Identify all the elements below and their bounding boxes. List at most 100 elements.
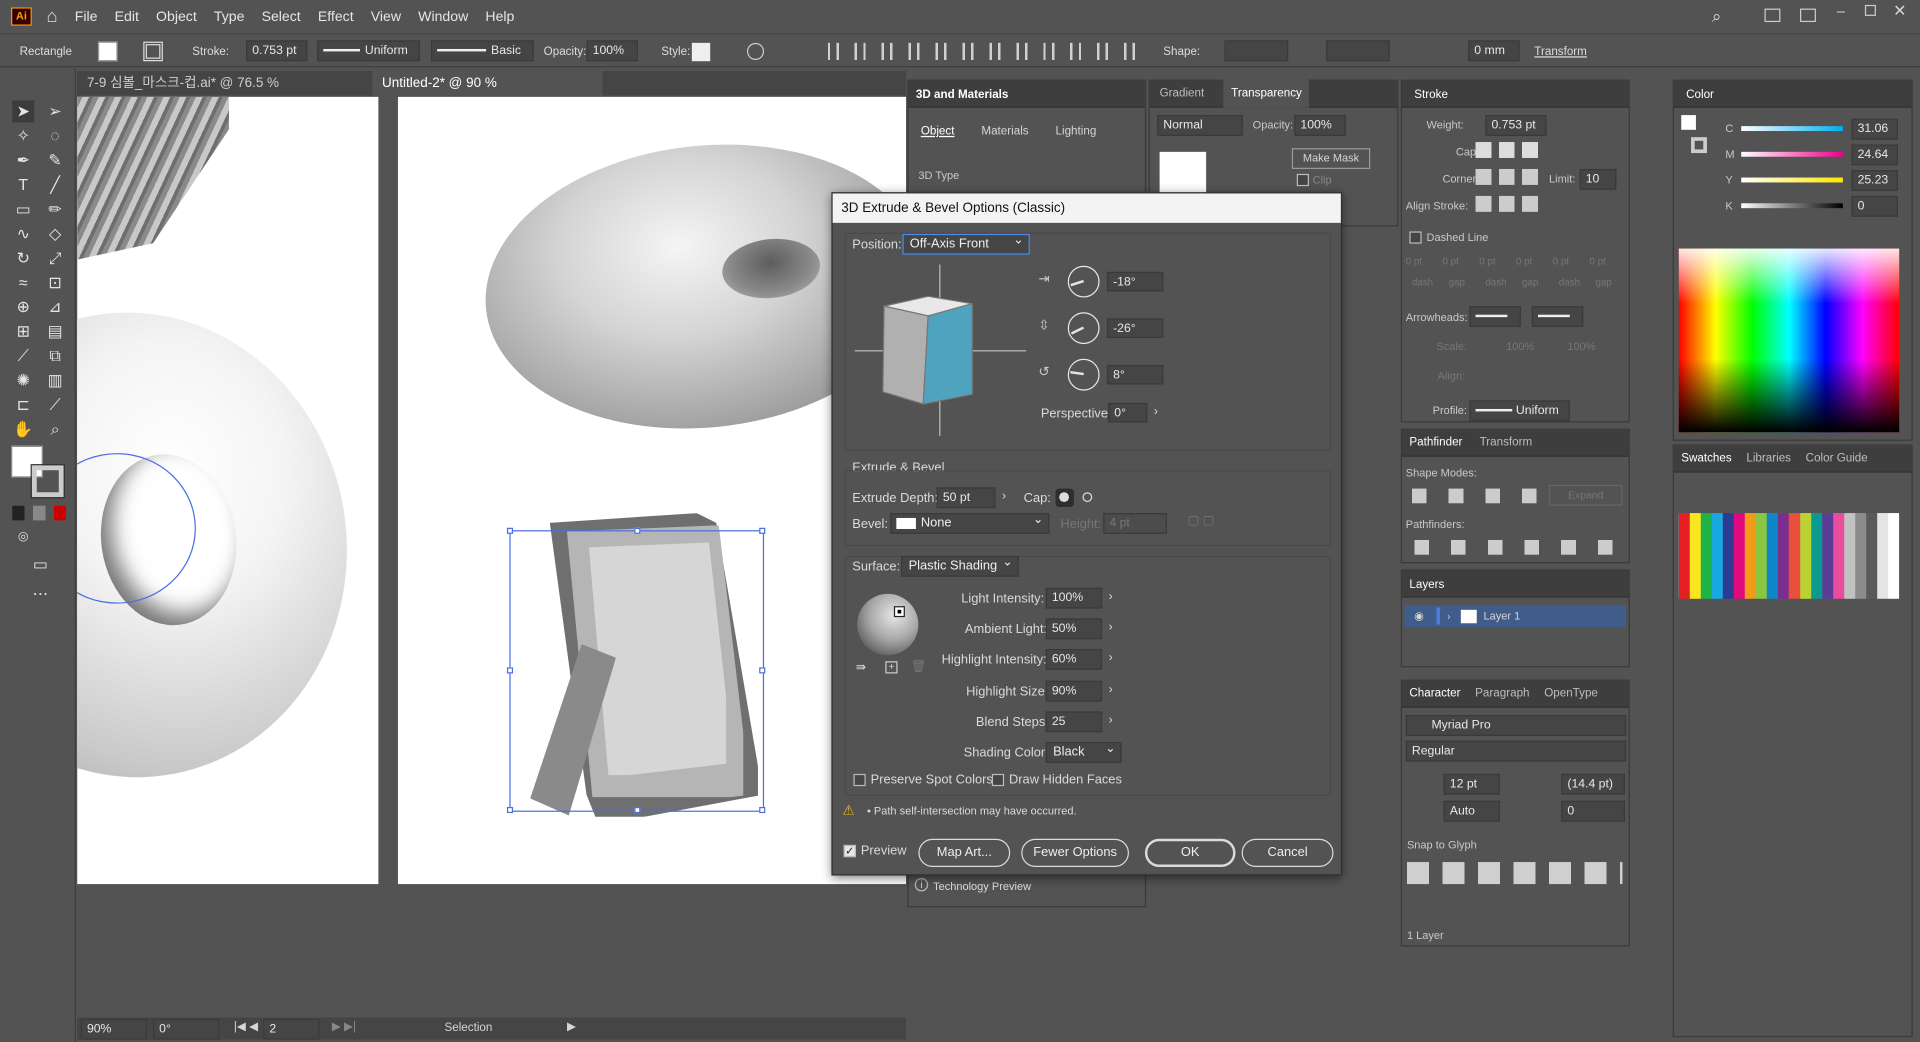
perspective-icon[interactable]: ⊿ [44,296,66,318]
color-spectrum[interactable] [1678,248,1900,433]
height-input[interactable]: 4 pt [1103,513,1167,534]
extrude-depth-input[interactable]: 50 pt [936,487,996,509]
style-swatch[interactable] [691,42,711,62]
menu-select[interactable]: Select [262,9,301,24]
arrange-icon[interactable] [1764,8,1781,23]
tab-libraries[interactable]: Libraries [1746,452,1791,465]
hand-icon[interactable]: ✋ [12,419,34,441]
artboard-nav-prev[interactable]: |◀ ◀ [234,1020,258,1033]
canvas[interactable] [77,96,907,1018]
tracking-input[interactable]: 0 [1561,800,1625,822]
draw-mode-icon[interactable]: ◎ [12,527,34,549]
line-icon[interactable]: ╱ [44,174,66,196]
cancel-button[interactable]: Cancel [1241,838,1334,867]
font-size-input[interactable]: 12 pt [1443,773,1501,795]
clip-checkbox[interactable] [1296,173,1309,187]
rotation-track-cube[interactable] [854,264,1027,436]
position-select[interactable]: Off-Axis Front [902,231,1030,255]
artboard-number[interactable]: 2 [263,1018,320,1040]
make-mask-button[interactable]: Make Mask [1291,148,1371,169]
stroke-swatch[interactable] [143,41,163,62]
free-transform-icon[interactable]: ⊡ [44,272,66,294]
transform-link[interactable]: Transform [1534,45,1587,58]
rotate-x-dial[interactable] [1067,265,1100,298]
kerning-input[interactable]: Auto [1443,800,1501,822]
eraser-icon[interactable]: ◇ [44,223,66,245]
artboard-nav-next[interactable]: ▶ ▶| [332,1020,356,1033]
home-icon[interactable]: ⌂ [47,6,58,27]
tab-3d-object[interactable]: Object [921,125,955,138]
type-icon[interactable]: T [12,174,34,196]
symbol-sprayer-icon[interactable]: ✺ [12,370,34,392]
fewer-options-button[interactable]: Fewer Options [1021,838,1129,867]
perspective-arrow[interactable]: › [1147,403,1164,423]
highlight-size-arrow[interactable]: › [1102,681,1119,701]
menu-window[interactable]: Window [418,9,468,24]
tab-color-guide[interactable]: Color Guide [1806,452,1868,465]
dash-fields[interactable]: 0 pt 0 pt 0 pt 0 pt 0 pt 0 pt [1406,256,1626,267]
align-stroke-buttons[interactable] [1475,195,1540,212]
leading-input[interactable]: (14.4 pt) [1561,773,1625,795]
maximize-icon[interactable] [1864,4,1876,16]
swatch-grid[interactable] [1678,513,1900,599]
perspective-input[interactable]: 0° [1108,402,1148,423]
stroke-weight-input[interactable]: 0.753 pt [246,40,308,62]
profile-select-panel[interactable]: Uniform [1469,400,1570,422]
shape-height-input[interactable] [1326,40,1390,62]
cap-buttons[interactable] [1475,142,1540,158]
new-light-icon[interactable]: + [885,661,898,674]
graph-icon[interactable]: ▥ [44,370,66,392]
blend-mode-select[interactable]: Normal [1157,115,1243,136]
menu-type[interactable]: Type [214,9,245,24]
tab-transparency[interactable]: Transparency [1223,79,1310,108]
curvature-icon[interactable]: ✎ [44,149,66,171]
menu-edit[interactable]: Edit [115,9,139,24]
ambient-light-arrow[interactable]: › [1102,618,1119,638]
zoom-select[interactable]: 90% [80,1018,147,1040]
magic-wand-icon[interactable]: ✧ [12,125,34,147]
tab-pathfinder[interactable]: Pathfinder [1409,436,1462,449]
brush-select[interactable]: Basic [431,40,534,62]
zoom-icon[interactable]: ⌕ [44,419,66,441]
blend-icon[interactable]: ⧉ [44,345,66,367]
layer-row[interactable]: ◉ › Layer 1 [1404,604,1627,627]
eyedropper-icon[interactable]: ⟋ [12,345,34,367]
highlight-intensity-input[interactable]: 60% [1045,648,1103,670]
status-menu-arrow[interactable]: ▶ [567,1020,576,1033]
tab-swatches[interactable]: Swatches [1681,452,1731,465]
highlight-size-input[interactable]: 90% [1045,680,1103,702]
cube-icon[interactable] [855,264,1026,435]
snap-glyph-buttons[interactable] [1406,862,1623,885]
tab-transform[interactable]: Transform [1480,436,1533,449]
ok-button[interactable]: OK [1144,838,1236,867]
rotate-icon[interactable]: ↻ [12,247,34,269]
cap-on-button[interactable] [1055,488,1074,507]
tab-doc-1[interactable]: 7-9 심볼_마스크-컵.ai* @ 76.5 % (CMYK/Preview)… [77,71,372,115]
slice-icon[interactable]: ⟋ [44,394,66,416]
fill-swatch[interactable] [97,41,118,62]
draw-hidden-checkbox[interactable] [991,773,1005,787]
bevel-direction-icons[interactable]: ▢ ▢ [1188,514,1225,531]
direct-selection-icon[interactable]: ➢ [44,100,66,122]
shape-width-input[interactable] [1224,40,1289,62]
color-mode-icons[interactable] [12,505,69,521]
shape-mode-buttons[interactable] [1411,488,1540,504]
warp-icon[interactable]: ≈ [12,272,34,294]
channel-y-slider[interactable] [1741,177,1843,183]
rotate-x-input[interactable]: -18° [1106,271,1164,292]
shape-builder-icon[interactable]: ⊕ [12,296,34,318]
screen-mode-icon[interactable]: ▭ [29,553,51,575]
corner-radius-input[interactable]: 0 mm [1468,40,1520,62]
scale-icon[interactable]: ⤢ [44,247,66,269]
channel-c-input[interactable]: 31.06 [1851,118,1898,140]
channel-y-input[interactable]: 25.23 [1851,170,1898,192]
channel-c-slider[interactable] [1741,126,1843,132]
color-fill-stroke[interactable] [1681,115,1710,157]
rotate-y-input[interactable]: -26° [1106,318,1164,338]
minimize-icon[interactable]: – [1837,2,1845,19]
mesh-icon[interactable]: ⊞ [12,321,34,343]
surface-select[interactable]: Plastic Shading [901,553,1019,577]
light-intensity-input[interactable]: 100% [1045,587,1103,609]
delete-light-icon[interactable]: 🗑 [911,660,927,673]
pencil-icon[interactable]: ✏ [44,198,66,220]
